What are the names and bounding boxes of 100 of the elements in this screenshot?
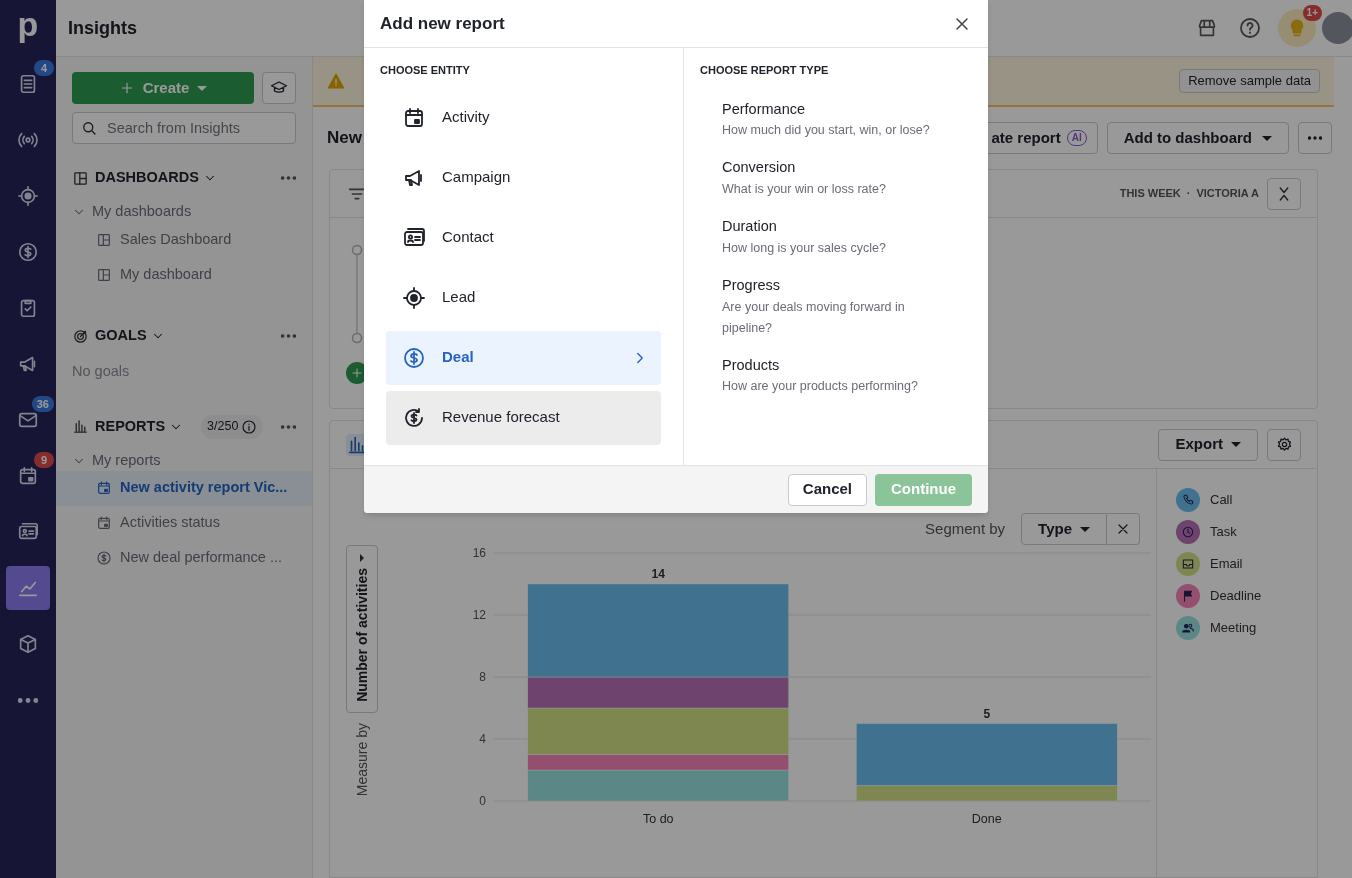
axis-category-label: Done <box>971 812 1002 825</box>
more-icon[interactable] <box>281 176 296 180</box>
dashboard-icon <box>96 231 112 248</box>
report-type-option[interactable]: Performance How much did you start, win, or lose? <box>722 98 948 142</box>
bar-chart-icon <box>72 418 89 436</box>
help-icon[interactable] <box>1238 16 1262 40</box>
dollar-icon <box>17 241 39 263</box>
dashboard-icon <box>72 169 89 187</box>
nav-item[interactable] <box>6 566 50 610</box>
calendar-icon <box>17 465 39 487</box>
sidebar-item[interactable]: Activities status <box>56 505 312 541</box>
inbox-icon <box>1181 557 1195 571</box>
dollar-refresh-icon <box>402 405 426 430</box>
axis-category-label: To do <box>642 812 674 825</box>
search-icon <box>80 119 98 137</box>
caret-icon <box>1262 135 1272 141</box>
section-header[interactable]: DASHBOARDS <box>95 167 217 189</box>
phone-icon <box>1181 493 1195 507</box>
entity-option[interactable]: Deal <box>386 330 661 385</box>
search-field[interactable]: Search from Insights <box>72 112 296 144</box>
report-title[interactable]: New <box>327 125 362 151</box>
legend-label: Email <box>1210 555 1243 574</box>
report-type-option[interactable]: Duration How long is your sales cycle? <box>722 216 948 259</box>
legend-label: Deadline <box>1210 587 1262 606</box>
report-type-option[interactable]: Progress Are your deals moving forward in pipeline? <box>722 274 948 339</box>
entity-option[interactable]: Activity <box>386 90 661 145</box>
caret-icon <box>1231 442 1241 447</box>
settings-icon <box>1275 436 1293 453</box>
add-to-dashboard-button[interactable]: Add to dashboard <box>1106 122 1289 154</box>
info-icon[interactable] <box>241 418 258 435</box>
flag-icon <box>1181 589 1195 603</box>
caret-icon <box>1080 526 1090 532</box>
box-icon <box>17 633 39 655</box>
learn-button[interactable] <box>262 72 296 104</box>
dialog-title: Add new report <box>380 12 505 35</box>
dollar-icon <box>402 345 426 370</box>
measure-by-dropdown[interactable]: Number of activities <box>346 545 378 713</box>
empty-goals-text: No goals <box>72 362 131 381</box>
remove-sample-data-button[interactable]: Remove sample data <box>1179 69 1320 93</box>
segment-dropdown[interactable]: Type <box>1021 513 1107 545</box>
section-heading: CHOOSE ENTITY <box>380 63 471 78</box>
clock-icon <box>1181 525 1195 539</box>
bar-total-label: 5 <box>983 706 991 721</box>
report-type-option[interactable]: Products How are your products performing? <box>722 354 948 398</box>
axis-tick-label: 8 <box>479 670 486 684</box>
collapse-button[interactable] <box>1267 177 1301 210</box>
more-icon <box>1308 136 1322 140</box>
chart-settings-button[interactable] <box>1267 428 1301 461</box>
notification-badge: 9 <box>34 452 54 468</box>
tips-button[interactable] <box>1278 9 1316 47</box>
plus-icon <box>350 366 364 380</box>
calendar-icon <box>96 515 112 532</box>
avatar[interactable] <box>1322 12 1352 44</box>
legend-label: Task <box>1210 523 1237 542</box>
dashboard-icon <box>96 266 112 283</box>
target-icon <box>17 185 39 207</box>
bar-total-label: 14 <box>651 567 665 581</box>
period-filter[interactable]: THIS WEEK <box>1119 185 1181 202</box>
group-label[interactable]: My reports <box>92 449 161 472</box>
section-header[interactable]: GOALS <box>95 325 165 347</box>
axis-tick-label: 12 <box>472 608 486 622</box>
store-icon[interactable] <box>1196 17 1218 39</box>
export-button[interactable]: Export <box>1158 428 1258 461</box>
section-heading: CHOOSE REPORT TYPE <box>700 63 830 78</box>
more-icon <box>18 697 38 703</box>
sidebar-item[interactable]: New activity report Vic... <box>56 470 312 506</box>
section-header[interactable]: REPORTS <box>95 415 184 438</box>
page-title: Insights <box>68 16 137 40</box>
legend-label: Call <box>1210 491 1233 510</box>
notification-badge: 36 <box>31 396 54 412</box>
cancel-button[interactable]: Cancel <box>787 473 867 506</box>
sidebar-item[interactable]: My dashboard <box>56 257 312 292</box>
app-logo[interactable]: p <box>17 0 39 56</box>
bar-segment[interactable] <box>527 676 789 709</box>
sidebar-item[interactable]: Sales Dashboard <box>56 222 312 257</box>
measure-by-label: Measure by <box>352 722 371 796</box>
notification-badge: 1+ <box>1302 5 1322 21</box>
people-icon <box>1181 621 1195 635</box>
more-icon[interactable] <box>281 334 296 338</box>
entity-option[interactable]: Revenue forecast <box>386 390 661 445</box>
entity-option[interactable]: Campaign <box>386 150 661 205</box>
entity-option[interactable]: Lead <box>386 270 661 325</box>
segment-by-label: Segment by <box>925 518 1006 539</box>
filter-separator: · <box>1186 186 1191 202</box>
entity-option[interactable]: Contact <box>386 210 661 265</box>
more-icon[interactable] <box>281 424 296 429</box>
axis-tick-label: 4 <box>479 732 486 746</box>
sidebar-item[interactable]: New deal performance ... <box>56 540 312 576</box>
more-button[interactable] <box>1298 122 1332 154</box>
axis-tick-label: 16 <box>472 546 486 560</box>
owner-filter[interactable]: VICTORIA A <box>1196 185 1259 202</box>
report-count-badge: 3/250 <box>201 414 264 439</box>
calendar-icon <box>402 105 426 130</box>
report-type-option[interactable]: Conversion What is your win or loss rate? <box>722 157 948 200</box>
dollar-icon <box>96 550 112 567</box>
legend-label: Meeting <box>1210 619 1257 638</box>
group-label[interactable]: My dashboards <box>92 201 192 223</box>
calendar-icon <box>96 480 112 497</box>
caret-icon <box>360 554 364 562</box>
axis-tick-label: 0 <box>479 794 486 808</box>
